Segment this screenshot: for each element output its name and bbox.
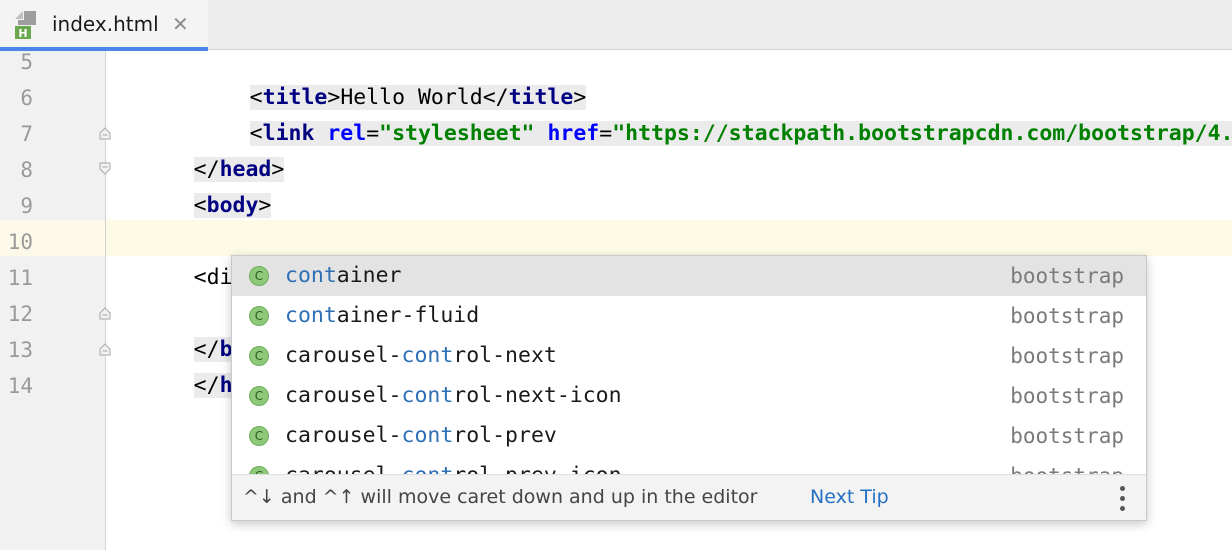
label-rest: rol-next <box>453 343 557 368</box>
attribute-value: "stylesheet" <box>379 121 535 146</box>
label-prefix: carousel- <box>285 463 402 474</box>
tab-label: index.html <box>52 12 159 36</box>
line-number: 14 <box>7 374 33 398</box>
completion-item-source: bootstrap <box>1010 304 1124 328</box>
line-number: 7 <box>20 122 33 146</box>
fold-end-icon[interactable] <box>98 126 112 140</box>
label-match: cont <box>402 463 454 474</box>
line-number: 5 <box>20 50 33 74</box>
fold-start-icon[interactable] <box>98 162 112 176</box>
fold-end-icon[interactable] <box>98 306 112 320</box>
next-tip-link[interactable]: Next Tip <box>810 485 889 509</box>
completion-item-source: bootstrap <box>1010 456 1124 474</box>
line-number: 8 <box>20 158 33 182</box>
label-rest: rol-prev <box>453 423 557 448</box>
line-number: 11 <box>7 266 33 290</box>
completion-list[interactable]: C container bootstrap C container-fluid … <box>232 256 1146 474</box>
label-match: cont <box>401 383 454 408</box>
completion-item-selected[interactable]: C container bootstrap <box>232 256 1146 296</box>
completion-item[interactable]: C carousel-control-prev-icon bootstrap <box>232 456 1146 474</box>
fold-end-icon[interactable] <box>98 342 112 356</box>
line-number-current: 10 <box>7 230 33 254</box>
editor-tab-index-html[interactable]: H index.html ✕ <box>0 0 208 51</box>
completion-item-label: carousel-control-next-icon <box>285 376 622 416</box>
css-class-icon: C <box>249 266 269 286</box>
code-line-6[interactable]: <link rel="stylesheet" href="https://sta… <box>172 80 1232 188</box>
line-number: 9 <box>20 194 33 218</box>
editor-tab-bar: H index.html ✕ <box>0 0 1232 51</box>
label-prefix: carousel- <box>285 423 402 448</box>
label-match: cont <box>285 263 337 288</box>
completion-item-label: container-fluid <box>285 296 479 336</box>
completion-item-label: carousel-control-prev <box>285 416 557 456</box>
html-file-icon: H <box>15 11 36 40</box>
css-class-icon: C <box>249 386 269 406</box>
completion-item[interactable]: C carousel-control-next bootstrap <box>232 336 1146 376</box>
file-icon-letter: H <box>18 27 27 40</box>
tag-bracket: < <box>193 193 207 218</box>
tag-bracket: </ <box>193 373 220 398</box>
css-class-icon: C <box>249 306 269 326</box>
css-class-icon: C <box>249 466 269 474</box>
css-class-icon: C <box>249 346 269 366</box>
label-rest: ainer <box>336 263 402 288</box>
attribute-value: "https://stackpath.bootstrapcdn.com/boot… <box>612 121 1232 146</box>
ide-window: H index.html ✕ 5 6 7 8 9 10 11 12 13 14 <box>0 0 1232 550</box>
label-match: cont <box>285 303 337 328</box>
css-class-icon: C <box>249 426 269 446</box>
completion-item-source: bootstrap <box>1010 264 1124 288</box>
label-rest: ainer-fluid <box>336 303 480 328</box>
completion-item-source: bootstrap <box>1010 384 1124 408</box>
completion-item[interactable]: C carousel-control-prev bootstrap <box>232 416 1146 456</box>
label-match: cont <box>401 423 454 448</box>
completion-item-label: container <box>285 256 402 296</box>
label-prefix: carousel- <box>285 343 402 368</box>
line-number: 12 <box>7 302 33 326</box>
completion-item[interactable]: C container-fluid bootstrap <box>232 296 1146 336</box>
code-completion-popup: C container bootstrap C container-fluid … <box>231 255 1147 521</box>
attribute-name: rel <box>327 121 367 146</box>
completion-hint-text: ^↓ and ^↑ will move caret down and up in… <box>243 486 758 508</box>
tag-bracket: > <box>258 193 272 218</box>
close-icon[interactable]: ✕ <box>172 12 189 36</box>
more-options-icon[interactable] <box>1114 485 1130 513</box>
completion-item[interactable]: C carousel-control-next-icon bootstrap <box>232 376 1146 416</box>
attribute-name: href <box>547 121 600 146</box>
tag-bracket: > <box>271 157 285 182</box>
completion-footer: ^↓ and ^↑ will move caret down and up in… <box>232 474 1146 520</box>
label-prefix: carousel- <box>285 383 402 408</box>
tag-name: body <box>206 193 259 218</box>
line-number: 6 <box>20 86 33 110</box>
label-match: cont <box>401 343 454 368</box>
equals-sign: = <box>599 121 613 146</box>
equals-sign: = <box>366 121 380 146</box>
line-number: 13 <box>7 338 33 362</box>
completion-item-source: bootstrap <box>1010 344 1124 368</box>
completion-item-label: carousel-control-prev-icon <box>285 456 622 474</box>
label-rest: rol-next-icon <box>453 383 622 408</box>
label-rest: rol-prev-icon <box>453 463 621 474</box>
completion-item-label: carousel-control-next <box>285 336 557 376</box>
completion-item-source: bootstrap <box>1010 424 1124 448</box>
